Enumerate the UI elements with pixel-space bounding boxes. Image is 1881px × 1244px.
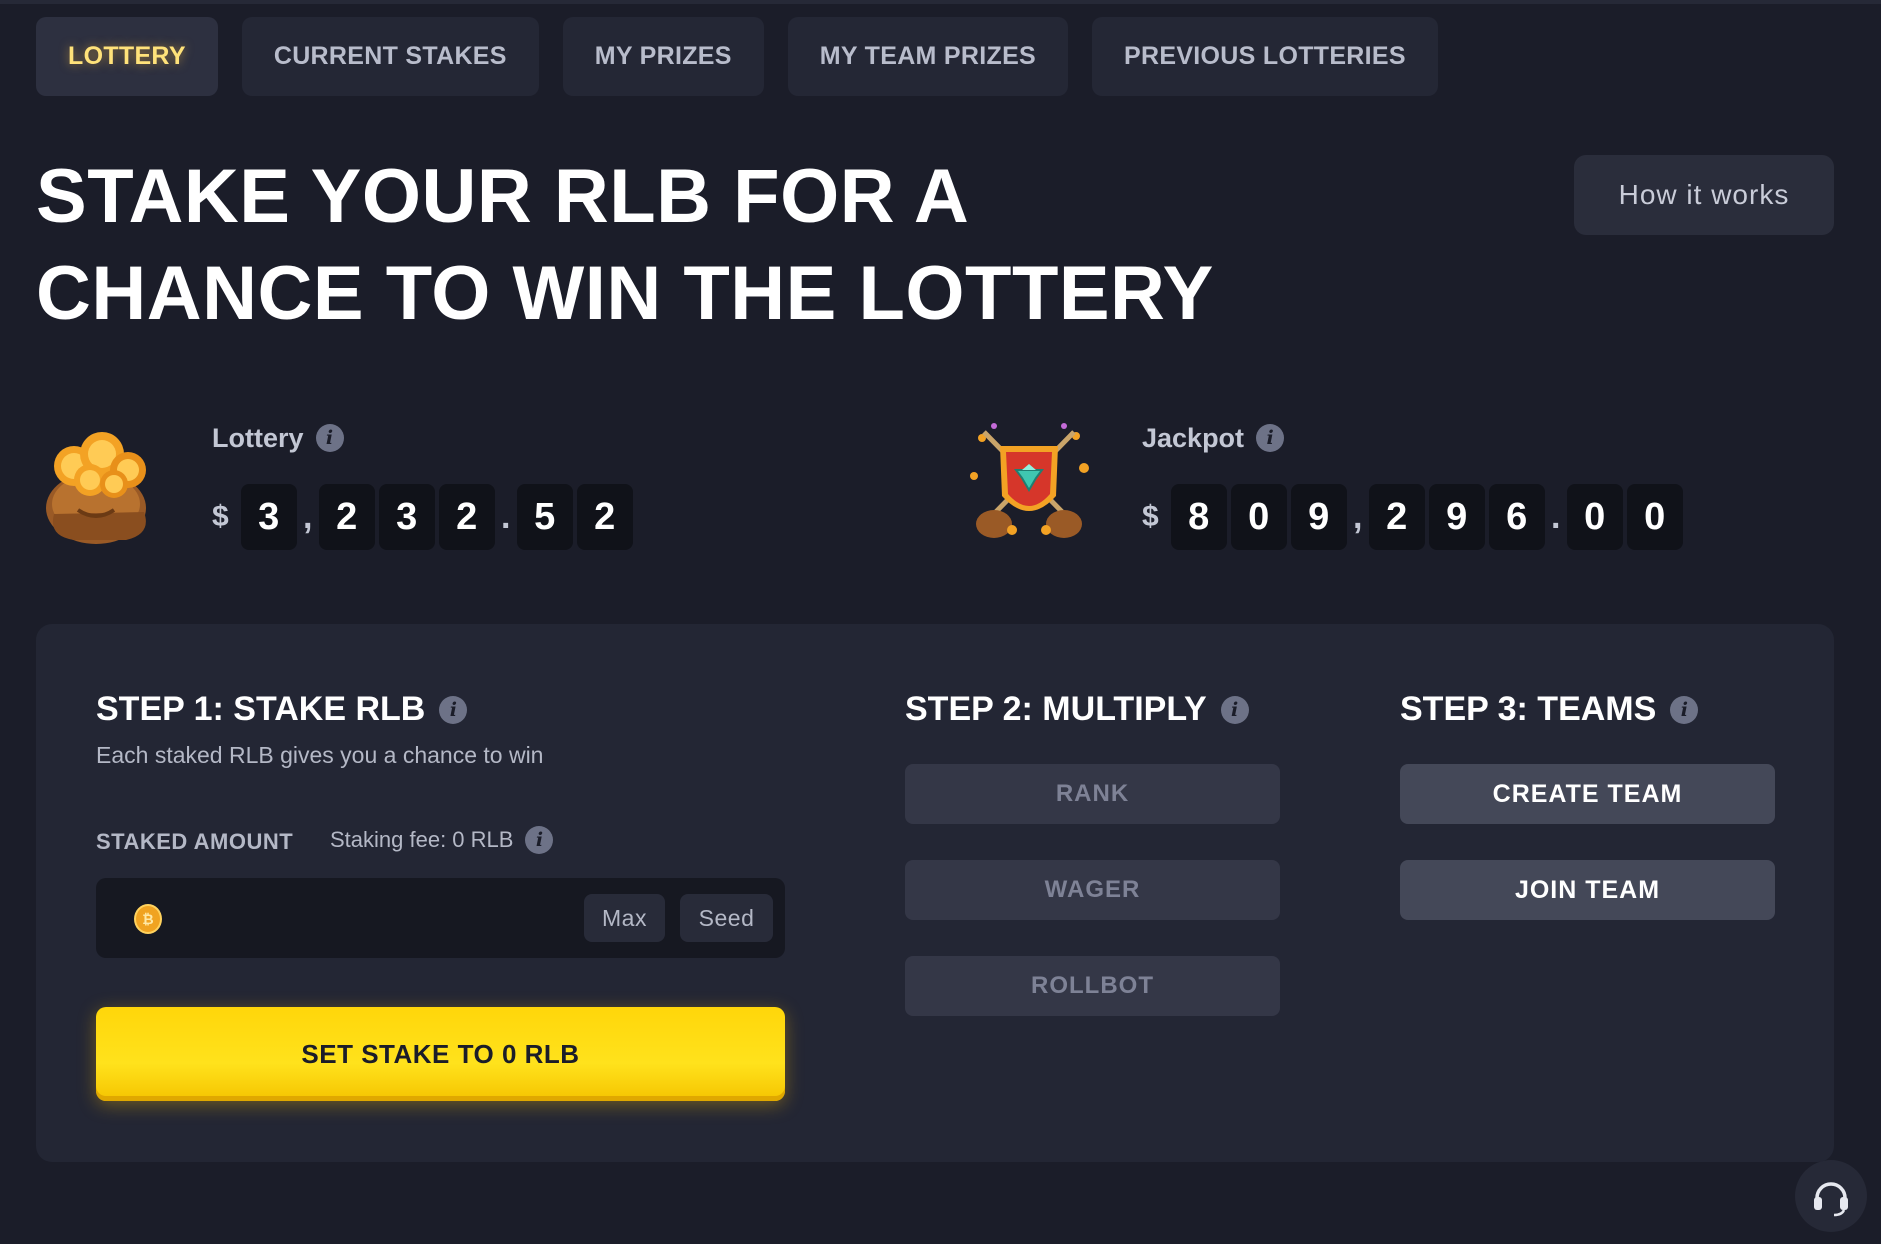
info-icon[interactable]: i <box>439 695 468 724</box>
rollbot-button[interactable]: ROLLBOT <box>905 956 1280 1016</box>
tab-lottery[interactable]: LOTTERY <box>36 17 218 96</box>
tab-my-prizes[interactable]: MY PRIZES <box>562 17 764 96</box>
digit: 8 <box>1170 484 1227 550</box>
info-icon[interactable]: i <box>1256 424 1285 452</box>
lottery-tabs: LOTTERY CURRENT STAKES MY PRIZES MY TEAM… <box>36 17 1438 96</box>
create-team-button[interactable]: CREATE TEAM <box>1400 764 1775 824</box>
lottery-label: Lottery <box>212 422 304 453</box>
support-headset-button[interactable] <box>1795 1160 1867 1232</box>
step1-heading: STEP 1: STAKE RLB i <box>96 690 468 729</box>
tab-my-team-prizes[interactable]: MY TEAM PRIZES <box>787 17 1069 96</box>
info-icon[interactable]: i <box>1670 695 1699 724</box>
step3-title: STEP 3: TEAMS <box>1400 690 1657 728</box>
wager-button[interactable]: WAGER <box>905 860 1280 920</box>
tab-previous-lotteries[interactable]: PREVIOUS LOTTERIES <box>1092 17 1438 96</box>
staking-fee-text: Staking fee: 0 RLB <box>330 827 514 852</box>
set-stake-button[interactable]: SET STAKE TO 0 RLB <box>96 1007 785 1101</box>
digit: 3 <box>240 484 297 550</box>
steps-panel: STEP 1: STAKE RLB i Each staked RLB give… <box>36 624 1834 1162</box>
how-it-works-button[interactable]: How it works <box>1574 155 1834 235</box>
jackpot-label-row: Jackpot i <box>1142 420 1687 456</box>
step1-title: STEP 1: STAKE RLB <box>96 690 426 728</box>
digit: 5 <box>516 484 573 550</box>
separator: . <box>500 497 511 536</box>
currency-symbol: $ <box>212 500 229 533</box>
digit: 2 <box>438 484 495 550</box>
step1-description: Each staked RLB gives you a chance to wi… <box>96 742 544 768</box>
shield-emblem-icon <box>964 418 1094 548</box>
info-icon[interactable]: i <box>315 424 344 452</box>
page-title-line-1: STAKE YOUR RLB FOR A <box>36 154 970 239</box>
lottery-label-row: Lottery i <box>212 420 637 456</box>
currency-symbol: $ <box>1142 500 1159 533</box>
digit: 0 <box>1626 484 1683 550</box>
jackpot-amount: $ 8 0 9 , 2 9 6 . 0 0 <box>1142 484 1687 550</box>
digit: 2 <box>576 484 633 550</box>
staked-amount-label: STAKED AMOUNT <box>96 829 294 854</box>
digit: 0 <box>1230 484 1287 550</box>
separator: , <box>1352 497 1363 536</box>
tab-current-stakes[interactable]: CURRENT STAKES <box>241 17 539 96</box>
step2-title: STEP 2: MULTIPLY <box>905 690 1207 728</box>
seed-button[interactable]: Seed <box>680 894 773 942</box>
digit: 3 <box>378 484 435 550</box>
step3-heading: STEP 3: TEAMS i <box>1400 690 1699 729</box>
rlb-coin-icon: ₿ <box>134 904 162 934</box>
join-team-button[interactable]: JOIN TEAM <box>1400 860 1775 920</box>
stake-amount-input[interactable]: ₿ Max Seed <box>96 878 785 958</box>
separator: . <box>1550 497 1561 536</box>
digit: 9 <box>1428 484 1485 550</box>
jackpot-label: Jackpot <box>1142 422 1245 453</box>
separator: , <box>302 497 313 536</box>
lottery-amount: $ 3 , 2 3 2 . 5 2 <box>212 484 637 550</box>
coin-bag-icon <box>34 418 164 548</box>
max-button[interactable]: Max <box>584 894 665 942</box>
digit: 2 <box>318 484 375 550</box>
digit: 0 <box>1566 484 1623 550</box>
info-icon[interactable]: i <box>525 826 554 854</box>
staking-fee: Staking fee: 0 RLB i <box>330 826 554 854</box>
digit: 9 <box>1290 484 1347 550</box>
top-divider <box>0 0 1881 4</box>
rank-button[interactable]: RANK <box>905 764 1280 824</box>
headset-icon <box>1814 1182 1848 1217</box>
info-icon[interactable]: i <box>1220 695 1249 724</box>
digit: 6 <box>1488 484 1545 550</box>
step2-heading: STEP 2: MULTIPLY i <box>905 690 1249 729</box>
page-title-line-2: CHANCE TO WIN THE LOTTERY <box>36 251 1214 336</box>
page-title: STAKE YOUR RLB FOR A CHANCE TO WIN THE L… <box>36 148 1276 342</box>
digit: 2 <box>1368 484 1425 550</box>
